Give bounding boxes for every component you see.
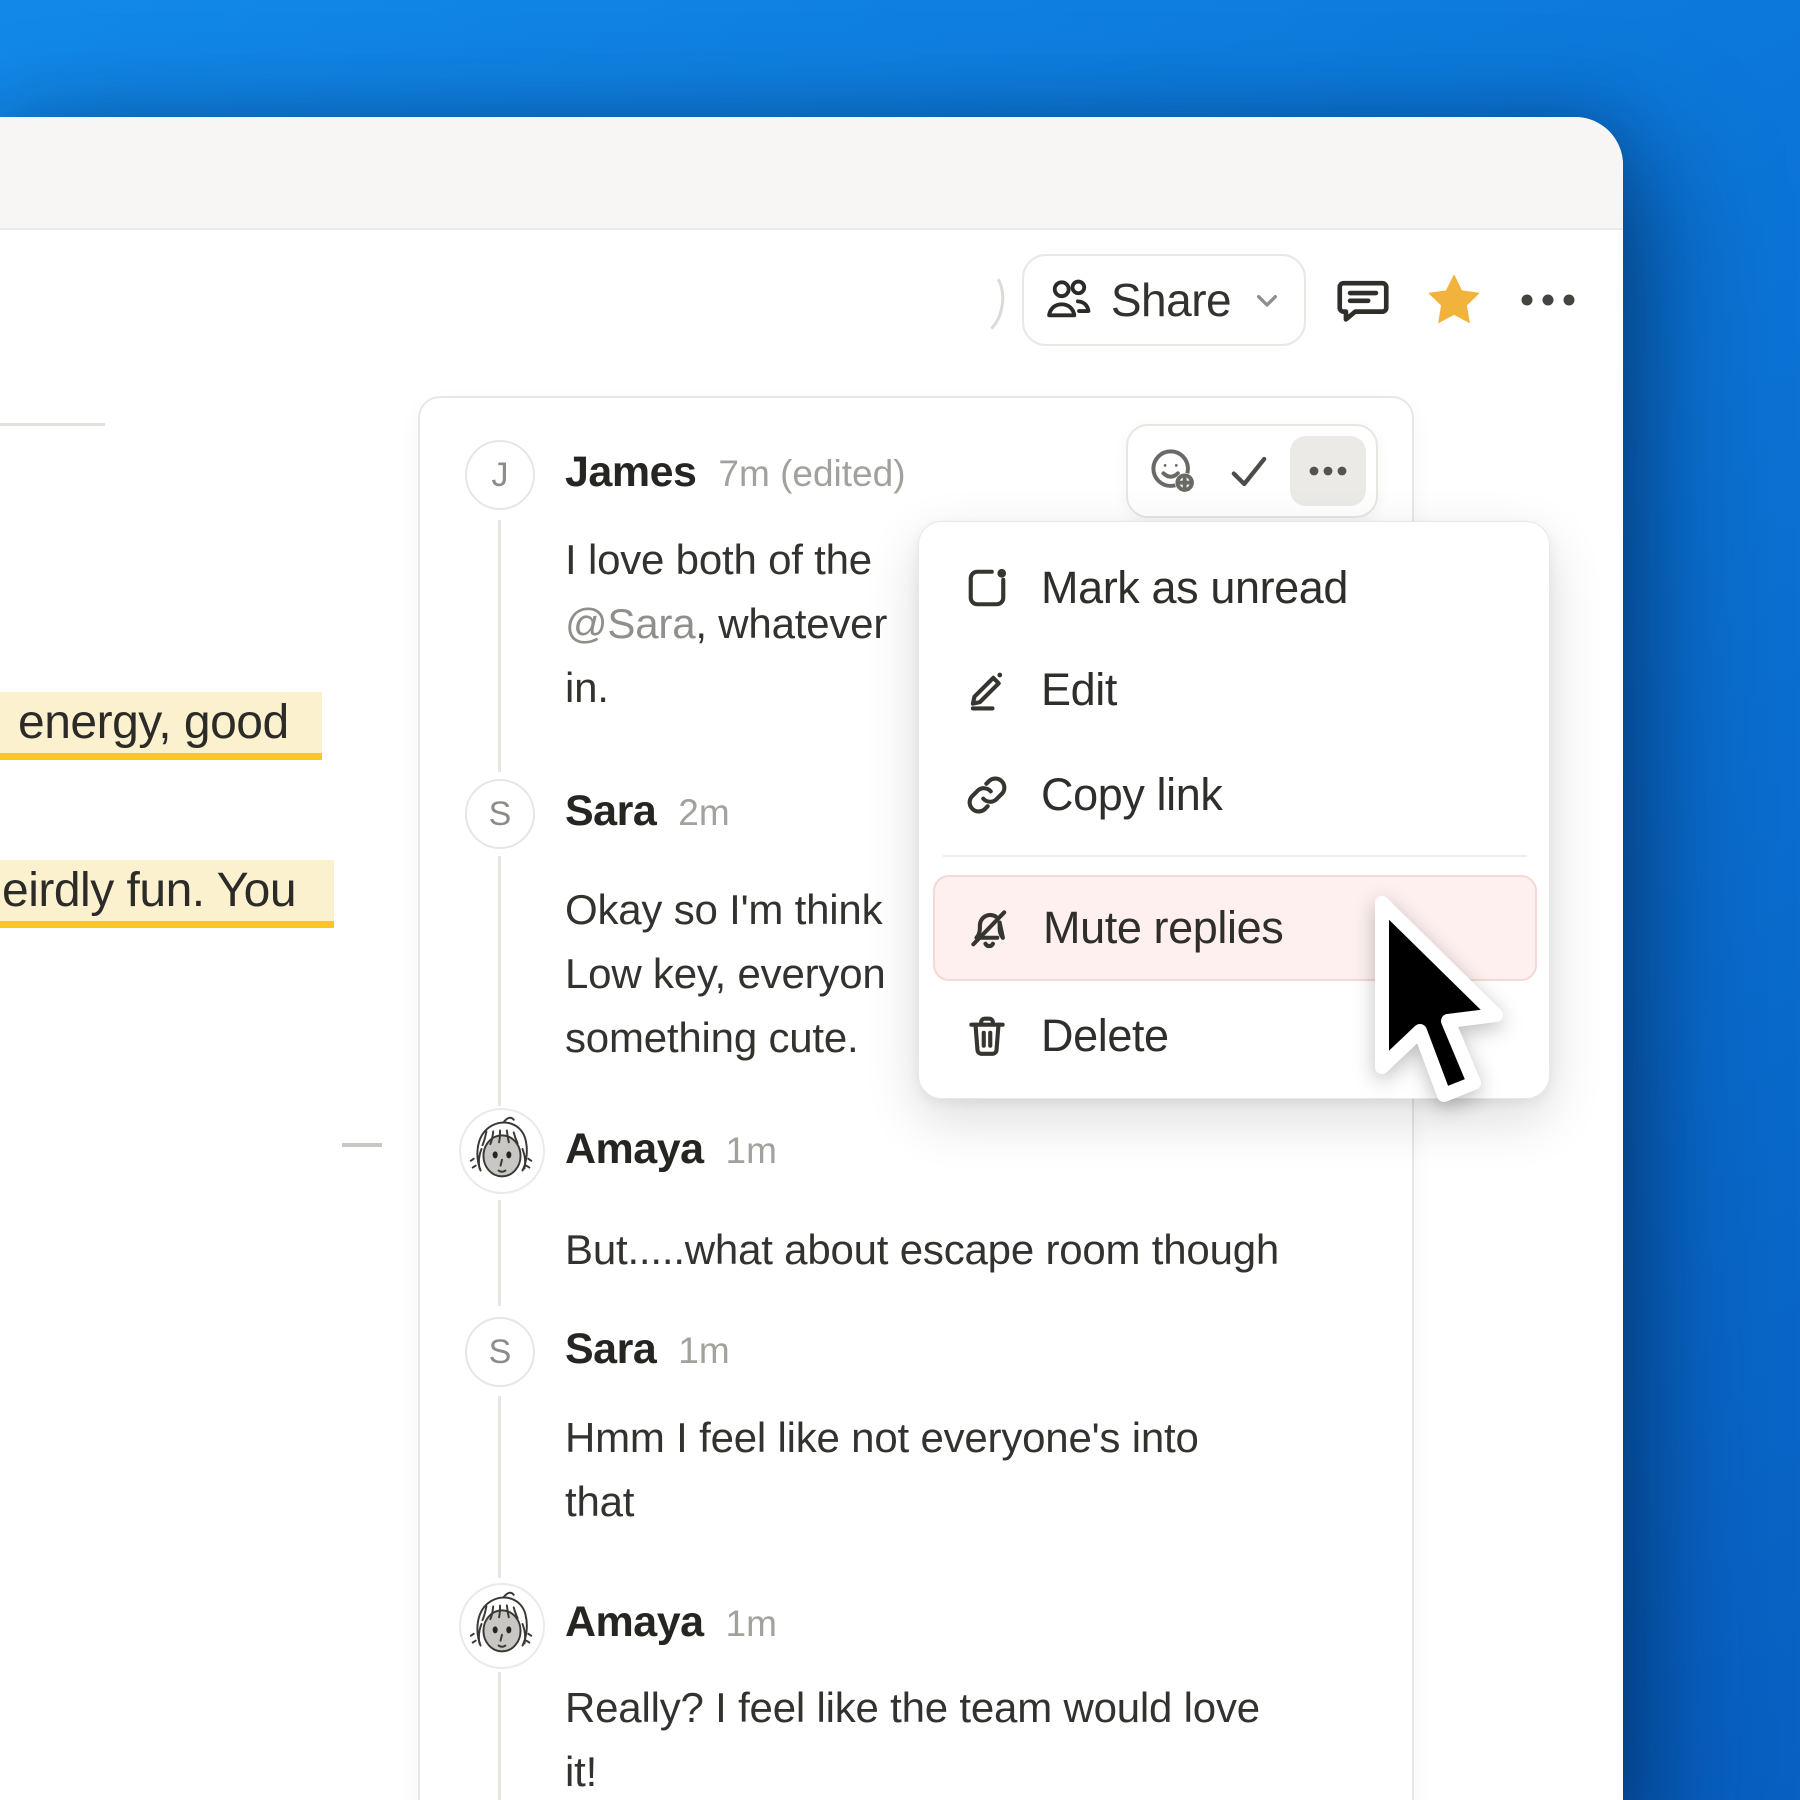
star-icon (1421, 267, 1487, 333)
comment-author: Sara (565, 787, 656, 836)
thread-line (498, 1396, 501, 1578)
comment-timestamp: 7m (edited) (718, 453, 905, 495)
menu-divider (943, 855, 1527, 857)
user-mention[interactable]: @Sara (565, 600, 695, 647)
comment-header: Amaya 1m (565, 1125, 777, 1174)
comment-header: Sara 1m (565, 1325, 730, 1374)
comment-text: Really? I feel like the team would love … (565, 1676, 1260, 1800)
comment-header: James 7m (edited) (565, 448, 906, 497)
sketch-portrait-icon (461, 1585, 543, 1667)
avatar: S (465, 779, 535, 849)
add-reaction-button[interactable] (1138, 436, 1208, 506)
highlighted-text-1: energy, good (0, 692, 322, 760)
share-button-label: Share (1111, 273, 1231, 327)
thread-line (498, 1200, 501, 1306)
comment-timestamp: 1m (726, 1130, 777, 1172)
comment-timestamp: 2m (678, 792, 729, 834)
favorite-button[interactable] (1422, 268, 1486, 332)
comment-author: Sara (565, 1325, 656, 1374)
amaya-avatar (459, 1108, 545, 1194)
screenshot-stage: Share energy, good eirdl (0, 0, 1800, 1800)
share-button[interactable]: Share (1022, 254, 1306, 346)
checkmark-icon (1223, 445, 1275, 497)
comment-text: Hmm I feel like not everyone's into that (565, 1406, 1199, 1534)
comment-author: James (565, 448, 696, 497)
comment-text: I love both of the @Sara, whatever in. (565, 528, 887, 720)
comment-text: Okay so I'm think Low key, everyon somet… (565, 878, 886, 1070)
thread-line (498, 856, 501, 1106)
thread-line (498, 520, 501, 772)
bell-slash-icon (963, 902, 1015, 954)
comment-more-button[interactable] (1290, 436, 1366, 506)
mark-unread-icon (961, 562, 1013, 614)
mouse-cursor (1362, 893, 1512, 1123)
avatar: S (465, 1317, 535, 1387)
comments-button[interactable] (1331, 268, 1395, 332)
edit-pencil-icon (961, 664, 1013, 716)
comment-timestamp: 1m (726, 1603, 777, 1645)
link-icon (961, 769, 1013, 821)
page-text-dash (342, 1143, 382, 1147)
comment-author: Amaya (565, 1125, 704, 1174)
thread-line (498, 1672, 501, 1800)
window-top-strip (0, 117, 1623, 230)
comment-header: Amaya 1m (565, 1598, 777, 1647)
highlighted-text-2: eirdly fun. You (0, 860, 334, 928)
menu-item-copy-link[interactable]: Copy link (933, 747, 1537, 843)
chat-bubble-icon (1332, 269, 1394, 331)
cursor-arrow-icon (1362, 893, 1512, 1123)
trash-icon (961, 1010, 1013, 1062)
comment-timestamp: 1m (678, 1330, 729, 1372)
comment-actions-toolbar (1126, 424, 1378, 518)
chevron-down-icon (1247, 280, 1287, 320)
ellipsis-icon (1302, 445, 1354, 497)
menu-item-mark-as-unread[interactable]: Mark as unread (933, 540, 1537, 636)
sketch-portrait-icon (461, 1110, 543, 1192)
avatar: J (465, 440, 535, 510)
amaya-avatar (459, 1583, 545, 1669)
people-icon (1041, 273, 1095, 327)
comment-header: Sara 2m (565, 787, 730, 836)
comment-author: Amaya (565, 1598, 704, 1647)
menu-item-edit[interactable]: Edit (933, 642, 1537, 738)
resolve-button[interactable] (1214, 436, 1284, 506)
comment-text: But.....what about escape room though (565, 1218, 1279, 1282)
page-divider (0, 423, 105, 426)
emoji-add-icon (1145, 443, 1201, 499)
more-menu-button[interactable] (1516, 268, 1580, 332)
ellipsis-icon (1515, 267, 1581, 333)
